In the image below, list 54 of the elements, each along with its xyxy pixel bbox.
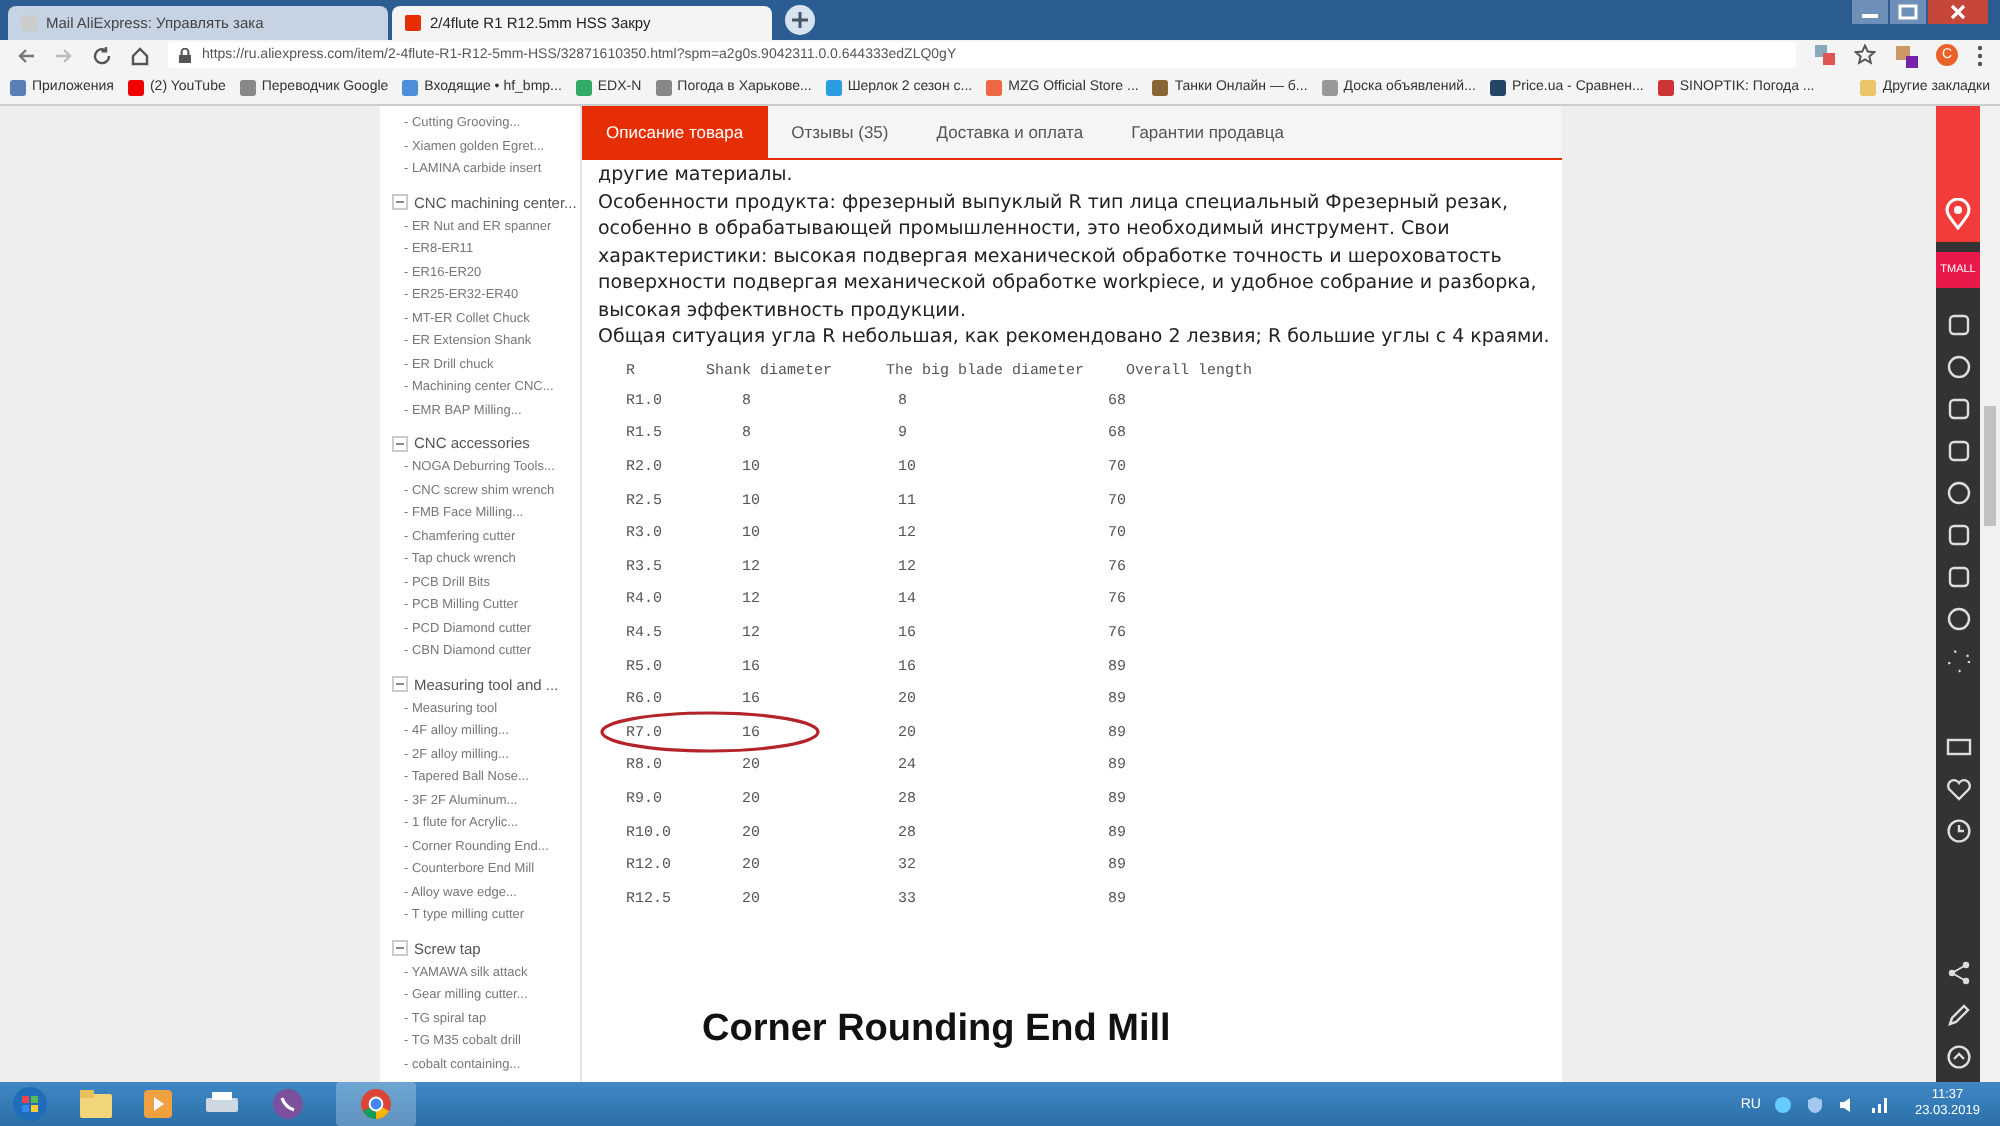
bookmark-favicon-icon xyxy=(239,79,256,95)
favicon-icon xyxy=(404,14,422,32)
shield-icon[interactable] xyxy=(1806,1095,1825,1113)
start-icon[interactable] xyxy=(12,1086,48,1122)
product-tab[interactable]: Гарантии продавца xyxy=(1107,106,1308,158)
tray-app-icon[interactable] xyxy=(1774,1095,1793,1113)
translate-icon[interactable] xyxy=(1814,44,1836,66)
signal-icon[interactable] xyxy=(1870,1095,1889,1113)
extension-icon[interactable] xyxy=(1894,43,1918,67)
product-tab[interactable]: Доставка и оплата xyxy=(912,106,1108,158)
lock-icon xyxy=(178,47,192,63)
section-heading: Corner Rounding End Mill xyxy=(702,1008,1173,1052)
chrome-icon[interactable] xyxy=(360,1088,392,1120)
folder-icon xyxy=(1860,79,1877,95)
new-tab-icon[interactable] xyxy=(784,4,816,36)
bookmark-favicon-icon xyxy=(1152,79,1169,95)
collapse-icon[interactable] xyxy=(392,194,408,210)
printer-icon[interactable] xyxy=(204,1092,240,1116)
reload-icon[interactable] xyxy=(92,45,112,65)
product-tab[interactable]: Описание товара xyxy=(582,106,768,158)
media-player-icon[interactable] xyxy=(144,1090,172,1118)
bookmark-favicon-icon xyxy=(1321,79,1338,95)
bookmark-favicon-icon xyxy=(575,79,592,95)
location-pin-icon[interactable] xyxy=(1944,198,1972,230)
folder-icon[interactable] xyxy=(80,1090,112,1118)
home-icon[interactable] xyxy=(130,45,150,65)
scroll-top-icon[interactable] xyxy=(1945,1044,1971,1070)
collapse-icon[interactable] xyxy=(392,940,408,956)
bookmark-favicon-icon xyxy=(825,79,842,95)
bookmark-favicon-icon xyxy=(655,79,672,95)
bookmark-favicon-icon xyxy=(1489,79,1506,95)
heart-icon[interactable] xyxy=(1945,776,1971,802)
bookmark-favicon-icon xyxy=(986,79,1003,95)
share-icon[interactable] xyxy=(1945,960,1971,986)
clock-icon[interactable] xyxy=(1945,818,1971,844)
chat-bubble-icon[interactable] xyxy=(272,1088,304,1120)
ticket-icon[interactable] xyxy=(1945,734,1971,760)
product-tab[interactable]: Отзывы (35) xyxy=(767,106,913,158)
bookmark-favicon-icon xyxy=(402,79,419,95)
description-text: другие материалы. xyxy=(598,162,795,189)
pencil-icon[interactable] xyxy=(1945,1002,1971,1028)
back-icon[interactable] xyxy=(16,45,36,65)
description-text: Особенности продукта: фрезерный выпуклый R тип лица специальный Фрезерный резак, особенно в обрабатывающей промышленности, это необходимый инструмент. Свои характеристики: высокая подвергая механической обработке точность и шероховатость поверхности подвергая механической обработке workpiece, и удобное собрание и разборка, высокая эффективность продукции. xyxy=(598,189,1539,324)
menu-icon[interactable] xyxy=(1976,43,1984,67)
star-icon[interactable] xyxy=(1854,44,1876,66)
collapse-icon[interactable] xyxy=(392,435,408,451)
bookmark-favicon-icon xyxy=(10,79,26,95)
bookmark-favicon-icon xyxy=(127,79,144,95)
bookmark-favicon-icon xyxy=(1657,79,1674,95)
close-icon[interactable] xyxy=(1928,0,1988,24)
maximize-icon[interactable] xyxy=(1890,0,1926,24)
description-text: Общая ситуация угла R небольшая, как рекомендовано 2 лезвия; R большие углы с 4 краями. xyxy=(598,324,1552,351)
collapse-icon[interactable] xyxy=(392,676,408,692)
minimize-icon[interactable] xyxy=(1852,0,1888,24)
